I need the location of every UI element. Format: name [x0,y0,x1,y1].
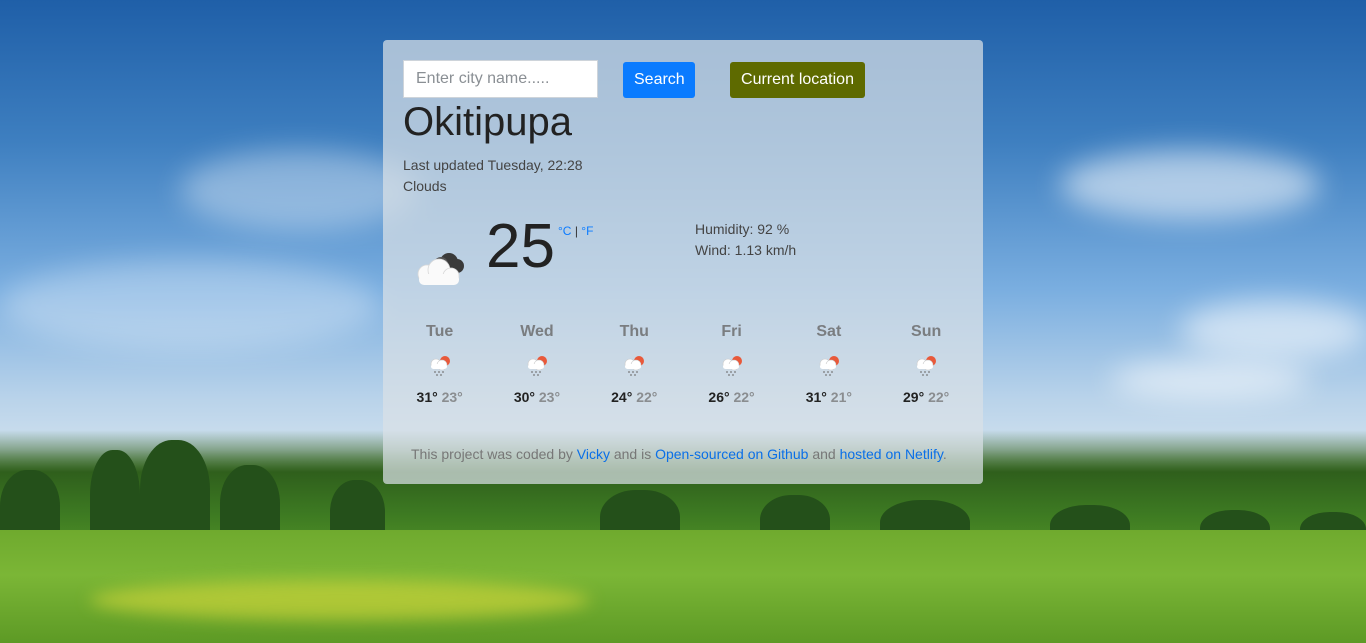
forecast-min: 23° [538,389,561,405]
footer-text: and is [613,446,652,462]
forecast-day-name: Fri [721,323,742,340]
forecast-max: 24° [611,389,633,405]
forecast-day-name: Tue [426,323,454,340]
forecast-day-name: Thu [619,323,649,340]
forecast-min: 22° [636,389,658,405]
forecast-max: 30° [513,389,535,405]
forecast-min: 21° [830,389,852,405]
weather-stats: Humidity: 92 % Wind: 1.13 km/h [695,219,796,261]
footer-period: . [942,446,947,462]
forecast-min: 23° [441,389,463,405]
forecast-day: Sat 31° 21° [780,323,877,405]
weather-card: Search Current location Okitipupa Last u… [383,40,983,484]
forecast-row: Tue 31° 23° Wed 30° 23° Thu 24° 22° Fri … [391,323,975,405]
forecast-max: 26° [708,389,730,405]
cloudy-night-icon [417,253,464,285]
forecast-min: 22° [928,389,950,405]
sky-cloud [0,260,380,350]
forecast-temps: 31° 21° [780,389,877,405]
forecast-temps: 30° 23° [488,389,585,405]
forecast-day-name: Wed [520,323,554,340]
author-link[interactable]: Vicky [577,446,610,462]
footer-text: This project was coded by [411,446,573,462]
city-search-input[interactable] [403,60,598,98]
forecast-day: Tue 31° 23° [391,323,488,405]
forecast-max: 29° [903,389,925,405]
forecast-day: Wed 30° 23° [488,323,585,405]
forecast-max: 31° [416,389,438,405]
rain-icon [527,356,547,376]
rain-icon [430,356,450,376]
netlify-link[interactable]: hosted on Netlify [840,446,943,462]
forecast-min: 22° [733,389,755,405]
sky-cloud [1060,150,1320,220]
forecast-temps: 26° 22° [683,389,780,405]
forecast-temps: 29° 22° [877,389,974,405]
rain-icon [624,356,645,376]
flower-patch [90,580,590,620]
forecast-temps: 31° 23° [391,389,488,405]
weather-description: Clouds [403,178,447,194]
forecast-day-name: Sun [911,323,942,340]
rain-icon [819,356,839,376]
celsius-link[interactable]: °C [558,224,571,238]
wind-speed: Wind: 1.13 km/h [695,242,797,258]
footer-text: and [812,446,836,462]
forecast-day-name: Sat [816,323,842,340]
humidity: Humidity: 92 % [695,221,790,237]
search-button[interactable]: Search [623,62,695,98]
footer-credits: This project was coded by Vicky and is O… [411,446,947,462]
rain-icon [916,356,937,376]
forecast-day: Fri 26° 22° [683,323,780,405]
last-updated: Last updated Tuesday, 22:28 [403,157,583,173]
current-temperature: 25 [486,212,555,281]
github-link[interactable]: Open-sourced on Github [655,446,808,462]
sky-cloud [1110,360,1310,400]
forecast-day: Sun 29° 22° [877,323,974,405]
current-location-button[interactable]: Current location [730,62,865,98]
fahrenheit-link[interactable]: °F [581,224,593,238]
forecast-temps: 24° 22° [586,389,683,405]
city-name: Okitipupa [403,100,572,144]
sky-cloud [1180,300,1366,360]
rain-icon [722,356,742,376]
unit-separator: | [574,224,578,238]
forecast-day: Thu 24° 22° [586,323,683,405]
unit-toggle: °C | °F [558,224,593,238]
forecast-max: 31° [805,389,827,405]
